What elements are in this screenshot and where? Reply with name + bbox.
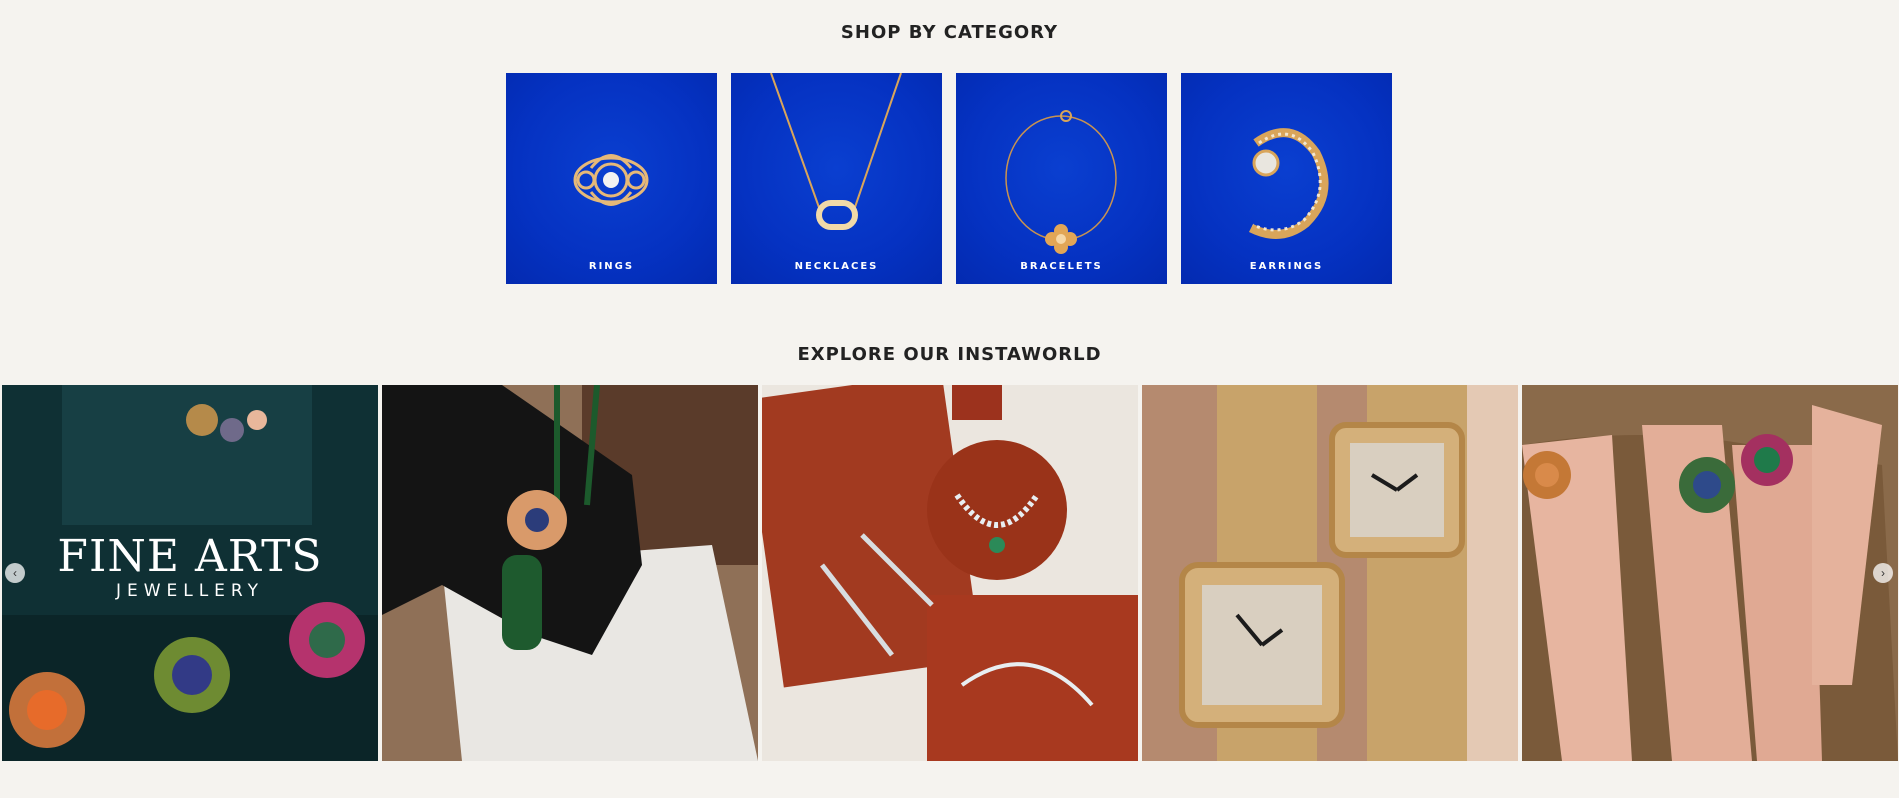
category-label: BRACELETS	[1020, 261, 1103, 272]
ring-icon	[573, 154, 649, 206]
shop-by-category-title: SHOP BY CATEGORY	[840, 22, 1059, 43]
chevron-right-icon[interactable]: ›	[1873, 563, 1893, 583]
category-label: RINGS	[588, 261, 635, 272]
insta-image-hand-rings	[1522, 385, 1898, 761]
fine-arts-overlay: FINE ARTS JEWELLERY	[2, 531, 378, 602]
insta-tile-watches[interactable]	[1142, 385, 1518, 761]
bracelet-icon	[1005, 110, 1117, 254]
category-card-earrings[interactable]: EARRINGS	[1181, 73, 1392, 284]
category-label: EARRINGS	[1249, 261, 1324, 272]
insta-image-diamond-set	[762, 385, 1138, 761]
insta-tile-pendant[interactable]	[382, 385, 758, 761]
insta-image-pendant-glove	[382, 385, 758, 761]
insta-image-watches	[1142, 385, 1518, 761]
insta-tile-diamond-set[interactable]	[762, 385, 1138, 761]
instaworld-carousel: FINE ARTS JEWELLERY	[2, 385, 1898, 761]
necklace-icon	[770, 73, 902, 230]
overlay-subtitle: JEWELLERY	[115, 581, 265, 601]
overlay-title: FINE ARTS	[57, 531, 323, 582]
category-card-bracelets[interactable]: BRACELETS	[956, 73, 1167, 284]
instaworld-title: EXPLORE OUR INSTAWORLD	[797, 344, 1102, 365]
category-card-rings[interactable]: RINGS	[506, 73, 717, 284]
insta-tile-hand-rings[interactable]	[1522, 385, 1898, 761]
category-grid: RINGS NECKLACES BRACELETS EARRINGS	[506, 73, 1392, 284]
category-label: NECKLACES	[794, 261, 879, 272]
chevron-left-icon[interactable]: ‹	[5, 563, 25, 583]
insta-tile-fine-arts[interactable]: FINE ARTS JEWELLERY	[2, 385, 378, 761]
earring-icon	[1248, 128, 1329, 239]
category-card-necklaces[interactable]: NECKLACES	[731, 73, 942, 284]
